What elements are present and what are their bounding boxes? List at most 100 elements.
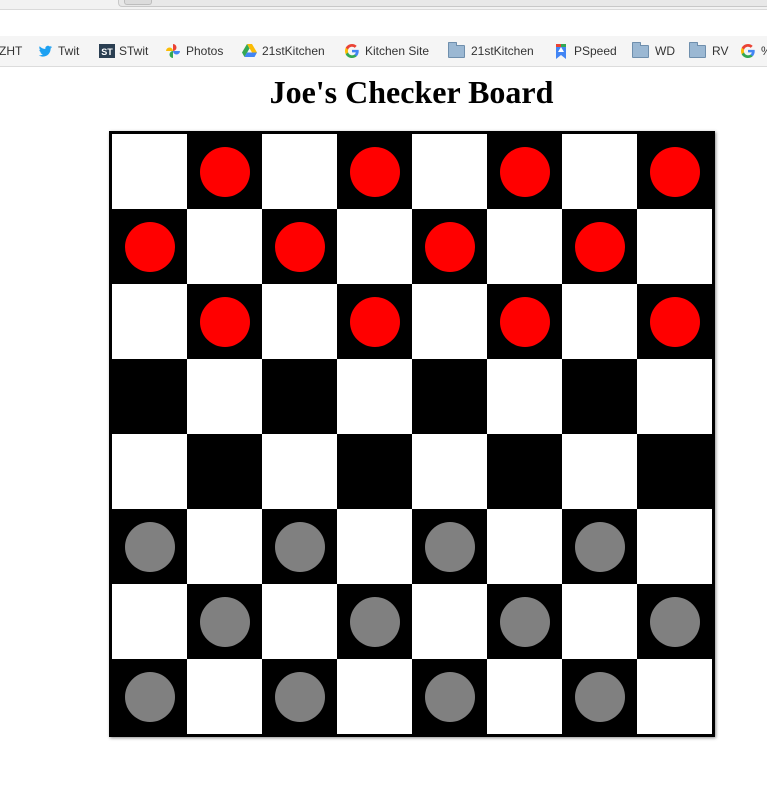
dark-square[interactable]	[112, 509, 187, 584]
light-square[interactable]	[562, 284, 637, 359]
light-square[interactable]	[637, 359, 712, 434]
gray-checker-piece[interactable]	[499, 596, 550, 647]
light-square[interactable]	[637, 509, 712, 584]
light-square[interactable]	[637, 209, 712, 284]
bookmark-pspeed[interactable]: PSpeed	[554, 43, 617, 59]
bookmark-twit[interactable]: Twit	[38, 43, 79, 59]
gray-checker-piece[interactable]	[274, 521, 325, 572]
light-square[interactable]	[412, 584, 487, 659]
dark-square[interactable]	[562, 659, 637, 734]
dark-square[interactable]	[187, 584, 262, 659]
dark-square[interactable]	[337, 134, 412, 209]
gray-checker-piece[interactable]	[649, 596, 700, 647]
browser-tab[interactable]	[118, 0, 767, 7]
gray-checker-piece[interactable]	[199, 596, 250, 647]
light-square[interactable]	[487, 209, 562, 284]
dark-square[interactable]	[487, 584, 562, 659]
red-checker-piece[interactable]	[499, 296, 550, 347]
light-square[interactable]	[412, 284, 487, 359]
light-square[interactable]	[412, 134, 487, 209]
light-square[interactable]	[187, 209, 262, 284]
light-square[interactable]	[337, 509, 412, 584]
gray-checker-piece[interactable]	[424, 671, 475, 722]
red-checker-piece[interactable]	[124, 221, 175, 272]
dark-square[interactable]	[262, 209, 337, 284]
bookmark-21stkitchen-drive[interactable]: 21stKitchen	[242, 43, 325, 59]
light-square[interactable]	[562, 584, 637, 659]
dark-square[interactable]	[262, 509, 337, 584]
light-square[interactable]	[262, 134, 337, 209]
tab-control-button[interactable]	[124, 0, 152, 5]
red-checker-piece[interactable]	[424, 221, 475, 272]
red-checker-piece[interactable]	[649, 296, 700, 347]
dark-square[interactable]	[562, 509, 637, 584]
dark-square[interactable]	[562, 209, 637, 284]
bookmark-wd[interactable]: WD	[632, 41, 675, 59]
gray-checker-piece[interactable]	[349, 596, 400, 647]
dark-square[interactable]	[112, 359, 187, 434]
bookmark-google-truncated[interactable]: %	[741, 43, 767, 59]
light-square[interactable]	[112, 434, 187, 509]
bookmark-kitchen-site[interactable]: Kitchen Site	[345, 43, 429, 59]
dark-square[interactable]	[187, 434, 262, 509]
red-checker-piece[interactable]	[649, 146, 700, 197]
red-checker-piece[interactable]	[274, 221, 325, 272]
light-square[interactable]	[112, 284, 187, 359]
red-checker-piece[interactable]	[349, 296, 400, 347]
dark-square[interactable]	[187, 134, 262, 209]
light-square[interactable]	[337, 659, 412, 734]
dark-square[interactable]	[487, 284, 562, 359]
bookmark-stwit[interactable]: ST STwit	[99, 43, 148, 59]
red-checker-piece[interactable]	[199, 146, 250, 197]
dark-square[interactable]	[187, 284, 262, 359]
light-square[interactable]	[187, 659, 262, 734]
bookmark-rv[interactable]: RV	[689, 41, 728, 59]
light-square[interactable]	[337, 209, 412, 284]
dark-square[interactable]	[637, 584, 712, 659]
dark-square[interactable]	[487, 434, 562, 509]
light-square[interactable]	[337, 359, 412, 434]
light-square[interactable]	[412, 434, 487, 509]
dark-square[interactable]	[337, 284, 412, 359]
light-square[interactable]	[637, 659, 712, 734]
dark-square[interactable]	[412, 359, 487, 434]
light-square[interactable]	[262, 584, 337, 659]
light-square[interactable]	[262, 434, 337, 509]
red-checker-piece[interactable]	[574, 221, 625, 272]
dark-square[interactable]	[637, 134, 712, 209]
light-square[interactable]	[262, 284, 337, 359]
gray-checker-piece[interactable]	[574, 671, 625, 722]
dark-square[interactable]	[637, 284, 712, 359]
dark-square[interactable]	[262, 659, 337, 734]
gray-checker-piece[interactable]	[574, 521, 625, 572]
light-square[interactable]	[562, 434, 637, 509]
dark-square[interactable]	[412, 659, 487, 734]
light-square[interactable]	[112, 134, 187, 209]
bookmark-21stkitchen-folder[interactable]: 21stKitchen	[448, 41, 534, 59]
light-square[interactable]	[112, 584, 187, 659]
light-square[interactable]	[487, 359, 562, 434]
dark-square[interactable]	[412, 209, 487, 284]
dark-square[interactable]	[412, 509, 487, 584]
light-square[interactable]	[562, 134, 637, 209]
light-square[interactable]	[187, 359, 262, 434]
bookmark-photos[interactable]: Photos	[166, 43, 223, 59]
gray-checker-piece[interactable]	[124, 671, 175, 722]
dark-square[interactable]	[637, 434, 712, 509]
dark-square[interactable]	[487, 134, 562, 209]
red-checker-piece[interactable]	[199, 296, 250, 347]
gray-checker-piece[interactable]	[424, 521, 475, 572]
red-checker-piece[interactable]	[499, 146, 550, 197]
red-checker-piece[interactable]	[349, 146, 400, 197]
bookmark-zht[interactable]: ZHT	[0, 43, 22, 59]
dark-square[interactable]	[337, 434, 412, 509]
dark-square[interactable]	[337, 584, 412, 659]
light-square[interactable]	[487, 509, 562, 584]
dark-square[interactable]	[262, 359, 337, 434]
dark-square[interactable]	[562, 359, 637, 434]
light-square[interactable]	[187, 509, 262, 584]
light-square[interactable]	[487, 659, 562, 734]
dark-square[interactable]	[112, 659, 187, 734]
gray-checker-piece[interactable]	[274, 671, 325, 722]
gray-checker-piece[interactable]	[124, 521, 175, 572]
